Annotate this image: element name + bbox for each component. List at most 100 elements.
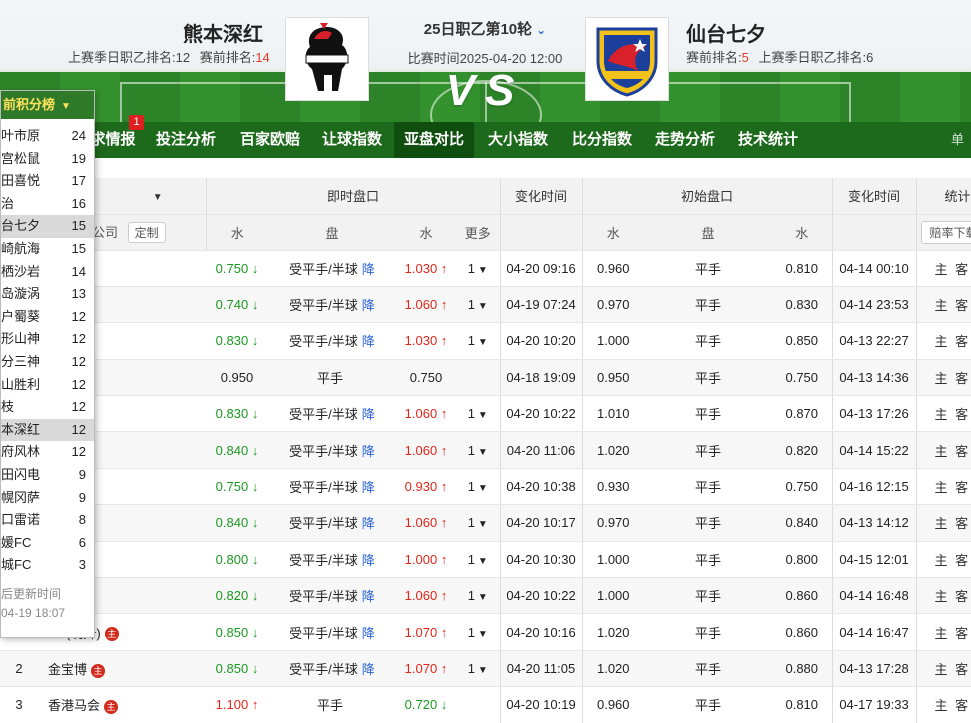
stats-home-link[interactable]: 主 (935, 334, 948, 349)
more-count[interactable]: 1 (468, 661, 475, 676)
caret-down-icon[interactable]: ▼ (478, 519, 488, 530)
standings-team[interactable]: 田闪电 (1, 467, 40, 482)
table-row[interactable]: 平博主 0.840 ↓ 受平手/半球降 1.060 ↑ 1▼ 04-20 10:… (0, 504, 971, 542)
more-cell[interactable] (456, 686, 501, 723)
standings-row[interactable]: 山胜利 12 (1, 374, 94, 397)
stats-away-link[interactable]: 客 (955, 626, 968, 641)
stats-away-link[interactable]: 客 (955, 698, 968, 713)
stats-home-link[interactable]: 主 (935, 407, 948, 422)
standings-row[interactable]: 治 16 (1, 193, 94, 216)
more-cell[interactable]: 1 ▼ (456, 613, 501, 651)
standings-row[interactable]: 府风林 12 (1, 441, 94, 464)
standings-row[interactable]: 崎航海 15 (1, 238, 94, 261)
company-name[interactable]: 金宝博 (48, 662, 87, 677)
stats-home-link[interactable]: 主 (935, 262, 948, 277)
stats-away-link[interactable]: 客 (955, 407, 968, 422)
stats-away-link[interactable]: 客 (955, 262, 968, 277)
tab-score-index[interactable]: 比分指数 (564, 122, 640, 158)
home-team-logo[interactable] (285, 17, 369, 101)
table-row[interactable]: 3 香港马会主 1.100 ↑ 平手 0.720 ↓ 04-20 10:19 0… (0, 686, 971, 723)
tab-tech-stats[interactable]: 技术统计 (730, 122, 806, 158)
standings-title-button[interactable]: 前积分榜 ▼ (1, 91, 94, 125)
caret-down-icon[interactable]: ▼ (478, 629, 488, 640)
tab-over-under[interactable]: 大小指数 (480, 122, 556, 158)
more-cell[interactable]: 1 ▼ (456, 322, 501, 360)
more-cell[interactable]: 1 ▼ (456, 504, 501, 542)
company-cell[interactable]: 金宝博主 (38, 650, 206, 688)
table-row[interactable]: 主 0.830 ↓ 受平手/半球降 1.030 ↑ 1▼ 04-20 10:20… (0, 322, 971, 360)
standings-team[interactable]: 形山神 (1, 331, 40, 346)
standings-row[interactable]: 台七夕 15 (1, 215, 94, 238)
caret-down-icon[interactable]: ▼ (478, 301, 488, 312)
stats-away-link[interactable]: 客 (955, 480, 968, 495)
standings-team[interactable]: 本深红 (1, 422, 40, 437)
stats-home-link[interactable]: 主 (935, 444, 948, 459)
company-cell[interactable]: 香港马会主 (38, 686, 206, 723)
table-row[interactable]: 0.740 ↓ 受平手/半球降 1.060 ↑ 1 ▼ 04-19 07:24 0… (0, 286, 971, 324)
standings-team[interactable]: 城FC (1, 557, 31, 572)
more-count[interactable]: 1 (468, 261, 475, 276)
more-count[interactable]: 1 (468, 406, 475, 421)
standings-row[interactable]: 栖沙岩 14 (1, 261, 94, 284)
standings-row[interactable]: 分三神 12 (1, 351, 94, 374)
standings-team[interactable]: 栖沙岩 (1, 264, 40, 279)
caret-down-icon[interactable]: ▼ (478, 447, 488, 458)
tab-bet-analysis[interactable]: 投注分析 (148, 122, 224, 158)
more-count[interactable]: 1 (468, 443, 475, 458)
table-row[interactable]: en主 0.950 平手 0.750 04-18 19:09 0.950 平手 … (0, 359, 971, 397)
more-count[interactable]: 1 (468, 588, 475, 603)
caret-down-icon[interactable]: ▼ (478, 410, 488, 421)
standings-team[interactable]: 口雷诺 (1, 512, 40, 527)
standings-row[interactable]: 叶市原 24 (1, 125, 94, 148)
standings-row[interactable]: 形山神 12 (1, 328, 94, 351)
standings-team[interactable]: 府风林 (1, 444, 40, 459)
table-row[interactable]: 0.820 ↓ 受平手/半球降 1.060 ↑ 1 ▼ 04-20 10:22 1… (0, 577, 971, 615)
standings-row[interactable]: 枝 12 (1, 396, 94, 419)
standings-team[interactable]: 宫松鼠 (1, 151, 40, 166)
more-count[interactable]: 1 (468, 297, 475, 312)
standings-row[interactable]: 宫松鼠 19 (1, 148, 94, 171)
rate-download-button[interactable]: 赔率下载 (920, 220, 971, 244)
stats-away-link[interactable]: 客 (955, 589, 968, 604)
stats-home-link[interactable]: 主 (935, 662, 948, 677)
more-cell[interactable]: 1 ▼ (456, 250, 501, 287)
standings-row[interactable]: 田闪电 9 (1, 464, 94, 487)
more-count[interactable]: 1 (468, 515, 475, 530)
standings-team[interactable]: 崎航海 (1, 241, 40, 256)
caret-down-icon[interactable]: ▼ (478, 556, 488, 567)
standings-team[interactable]: 媛FC (1, 535, 31, 550)
more-cell[interactable]: 1 ▼ (456, 395, 501, 433)
stats-home-link[interactable]: 主 (935, 480, 948, 495)
more-cell[interactable]: 1 ▼ (456, 541, 501, 579)
stats-away-link[interactable]: 客 (955, 334, 968, 349)
stats-away-link[interactable]: 客 (955, 298, 968, 313)
standings-team[interactable]: 幌冈萨 (1, 490, 40, 505)
stats-home-link[interactable]: 主 (935, 371, 948, 386)
caret-down-icon[interactable]: ▼ (478, 592, 488, 603)
tab-trend[interactable]: 走势分析 (647, 122, 723, 158)
standings-row[interactable]: 岛漩涡 13 (1, 283, 94, 306)
away-team-name[interactable]: 仙台七夕 (686, 18, 766, 47)
stats-home-link[interactable]: 主 (935, 516, 948, 531)
standings-row[interactable]: 城FC 3 (1, 554, 94, 577)
stats-away-link[interactable]: 客 (955, 553, 968, 568)
more-count[interactable]: 1 (468, 479, 475, 494)
stats-home-link[interactable]: 主 (935, 298, 948, 313)
more-cell[interactable]: 1 ▼ (456, 431, 501, 469)
standings-team[interactable]: 山胜利 (1, 377, 40, 392)
stats-away-link[interactable]: 客 (955, 516, 968, 531)
stats-home-link[interactable]: 主 (935, 698, 948, 713)
more-cell[interactable] (456, 359, 501, 397)
round-selector[interactable]: 25日职乙第10轮 ⌄ (380, 18, 590, 39)
table-row[interactable]: 0.800 ↓ 受平手/半球降 1.000 ↑ 1 ▼ 04-20 10:30 1… (0, 541, 971, 579)
tab-euro-odds[interactable]: 百家欧赔 (232, 122, 308, 158)
standings-team[interactable]: 岛漩涡 (1, 286, 40, 301)
stats-home-link[interactable]: 主 (935, 626, 948, 641)
nav-right-link[interactable]: 单场 (951, 122, 971, 158)
table-row[interactable]: 2 金宝博主 0.850 ↓ 受平手/半球降 1.070 ↑ 1 ▼ 04-20 … (0, 650, 971, 688)
tab-asian-compare[interactable]: 亚盘对比 (394, 122, 474, 158)
caret-down-icon[interactable]: ▼ (478, 665, 488, 676)
standings-row[interactable]: 田喜悦 17 (1, 170, 94, 193)
more-count[interactable]: 1 (468, 333, 475, 348)
standings-row[interactable]: 幌冈萨 9 (1, 487, 94, 510)
